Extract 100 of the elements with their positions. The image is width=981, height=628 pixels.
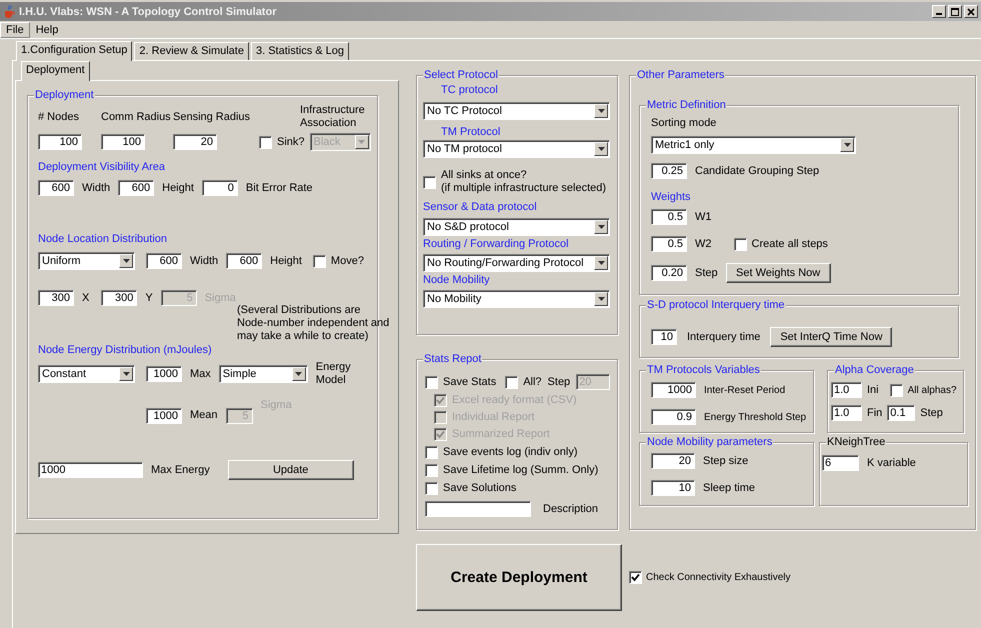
section-heading: TM Protocol <box>441 126 500 138</box>
dropdown[interactable]: Simple <box>218 365 308 383</box>
field-label: Candidate Grouping Step <box>695 164 820 178</box>
menu-item[interactable]: Help <box>30 22 64 38</box>
caret-icon <box>844 143 850 147</box>
field-label: Infrastructure Association <box>300 104 365 130</box>
input-field[interactable]: 600 <box>226 253 262 269</box>
caret-icon <box>598 297 604 301</box>
dropdown[interactable]: No TM protocol <box>423 140 610 158</box>
checkbox[interactable] <box>629 571 642 584</box>
input-field[interactable]: 20 <box>173 134 217 150</box>
dropdown[interactable]: Uniform <box>38 252 135 270</box>
app-icon <box>3 5 15 18</box>
input-field[interactable]: 10 <box>651 329 677 345</box>
checkbox[interactable] <box>425 376 438 388</box>
checkbox[interactable] <box>890 384 903 396</box>
field-label: Height <box>270 254 302 268</box>
input-field[interactable]: 1000 <box>651 382 696 398</box>
dropdown[interactable]: No S&D protocol <box>423 218 610 236</box>
field-label: Description <box>543 502 598 516</box>
tab[interactable]: 2. Review & Simulate <box>134 42 249 60</box>
input-field[interactable]: 0 <box>202 180 238 196</box>
button[interactable]: Set Weights Now <box>726 263 831 283</box>
panel-title: Stats Repot <box>423 353 482 366</box>
minimize-icon <box>936 13 942 15</box>
input-field[interactable]: 0.20 <box>651 265 687 281</box>
input-field[interactable]: 0.9 <box>651 409 696 425</box>
field-label: Step <box>695 266 718 280</box>
field-label: Max <box>190 368 211 380</box>
input-field[interactable]: 600 <box>118 180 154 196</box>
button[interactable]: Set InterQ Time Now <box>770 327 892 347</box>
input-field[interactable]: 1.0 <box>831 405 862 421</box>
menu-item[interactable]: File <box>0 22 30 38</box>
checkbox[interactable] <box>425 446 438 459</box>
section-heading: Node Location Distribution <box>38 233 168 245</box>
section-heading: TC protocol <box>441 84 498 96</box>
checkbox-label: Sink? <box>277 136 305 148</box>
field-label: Step <box>920 406 943 420</box>
section-heading: Weights <box>651 191 691 203</box>
button[interactable]: Update <box>228 460 354 480</box>
dropdown[interactable]: No Mobility <box>423 290 610 308</box>
field-label: Max Energy <box>151 464 210 476</box>
field-label: Sensing Radius <box>173 110 252 124</box>
checkbox[interactable] <box>312 254 326 268</box>
input-field[interactable]: 0.25 <box>651 163 687 179</box>
checkbox[interactable] <box>259 136 272 148</box>
input-field[interactable]: 300 <box>38 290 74 306</box>
input-field[interactable]: 100 <box>38 134 82 150</box>
checkbox-label: All alphas? <box>908 384 957 396</box>
field-label: Inter-Reset Period <box>704 384 786 396</box>
maximize-icon <box>951 8 959 16</box>
field-label: Fin <box>867 406 882 420</box>
dropdown[interactable]: No TC Protocol <box>423 102 610 120</box>
checkbox[interactable] <box>734 238 746 250</box>
input-field[interactable]: 0.1 <box>887 405 916 421</box>
section-heading: Node Energy Distribution (mJoules) <box>38 344 212 356</box>
input-field[interactable]: 600 <box>38 180 74 196</box>
maximize-button[interactable] <box>948 5 962 18</box>
tab[interactable]: 1.Configuration Setup <box>16 41 132 61</box>
input-field[interactable]: 0.5 <box>651 209 687 225</box>
caret-icon <box>122 372 130 376</box>
checkbox-label: Save Lifetime log (Summ. Only) <box>443 464 598 477</box>
checkbox-label: Save Solutions <box>443 482 516 495</box>
checkbox-label: All? <box>523 376 542 388</box>
checkbox[interactable] <box>423 176 436 188</box>
input-field[interactable]: 1000 <box>38 462 143 478</box>
input-field[interactable]: 0.5 <box>651 236 687 252</box>
caret-icon <box>358 140 366 144</box>
input-field[interactable]: 300 <box>101 290 138 306</box>
input-field[interactable]: 1000 <box>146 408 182 424</box>
create-button[interactable]: Create Deployment <box>416 544 622 611</box>
window-title: I.H.U. Vlabs: WSN - A Topology Control Simulator <box>19 6 276 18</box>
tab[interactable]: Deployment <box>21 61 90 81</box>
dropdown[interactable]: No Routing/Forwarding Protocol <box>423 254 610 272</box>
dropdown[interactable]: Metric1 only <box>651 136 856 154</box>
panel-title: KNeighTree <box>826 436 886 449</box>
checkbox[interactable] <box>425 464 438 477</box>
input-field[interactable]: 6 <box>822 455 859 471</box>
input-field[interactable]: 1.0 <box>831 382 862 398</box>
input-field[interactable]: 20 <box>651 453 695 469</box>
field-label: Sorting mode <box>651 117 716 130</box>
field-label: Mean <box>190 409 218 422</box>
dropdown[interactable]: Constant <box>38 365 135 383</box>
checkbox[interactable] <box>425 482 438 495</box>
tab[interactable]: 3. Statistics & Log <box>250 42 350 60</box>
field-label: K variable <box>867 456 916 470</box>
close-button[interactable] <box>964 5 978 18</box>
input-field[interactable]: 10 <box>651 480 695 496</box>
panel-title: Node Mobility parameters <box>646 436 774 449</box>
panel-title: Alpha Coverage <box>834 364 915 377</box>
input-field[interactable]: 600 <box>146 253 182 269</box>
input-field[interactable] <box>425 501 531 517</box>
input-field[interactable]: 100 <box>101 134 145 150</box>
checkbox-label: Check Connectivity Exhaustively <box>646 571 791 584</box>
field-label: Ini <box>867 384 879 396</box>
checkbox[interactable] <box>505 376 518 388</box>
field-label: Energy Model <box>316 361 351 387</box>
input-field[interactable]: 1000 <box>146 366 182 382</box>
minimize-button[interactable] <box>932 5 946 18</box>
section-heading: Routing / Forwarding Protocol <box>423 238 569 250</box>
